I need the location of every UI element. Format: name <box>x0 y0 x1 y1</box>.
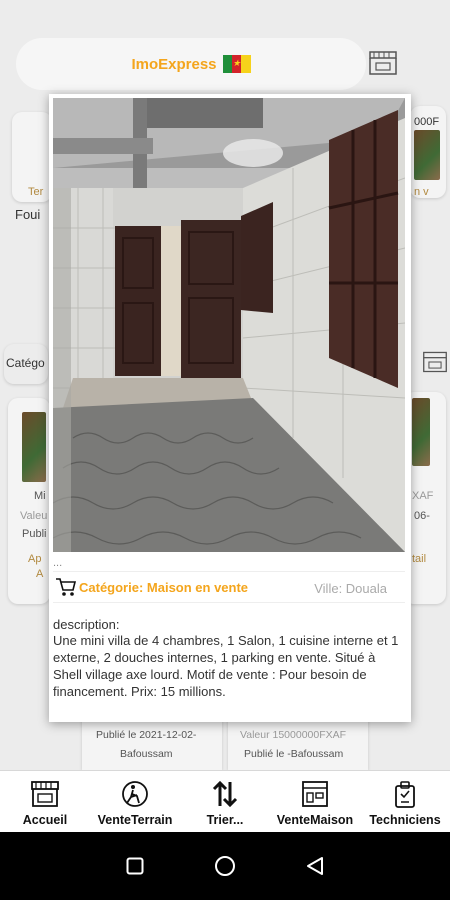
listing-thumbnail <box>412 398 430 466</box>
nav-label: VenteMaison <box>276 813 354 827</box>
header-bar: ImoExpress <box>16 38 366 90</box>
listing-card[interactable] <box>228 716 368 770</box>
shop-icon[interactable] <box>422 350 448 374</box>
cameroon-flag-icon <box>222 55 251 73</box>
brand-title: ImoExpress <box>131 55 217 73</box>
listing-detail-popup[interactable]: ... Catégorie: Maison en vente Ville: Do… <box>49 94 411 722</box>
listing-line: Ap <box>28 553 42 565</box>
back-button[interactable] <box>303 854 327 878</box>
listing-line: Publi <box>22 528 47 540</box>
listing-tag: n v <box>414 186 429 198</box>
shop-icon <box>31 781 59 807</box>
land-icon <box>122 781 148 807</box>
shop-icon[interactable] <box>368 50 398 76</box>
listing-line: XAF <box>412 490 434 502</box>
home-icon <box>215 856 235 876</box>
back-icon <box>307 857 323 875</box>
nav-vente-terrain[interactable]: VenteTerrain <box>90 771 180 832</box>
photo-ellipsis: ... <box>53 557 63 569</box>
property-photo <box>53 98 405 552</box>
house-sale-icon <box>302 781 328 807</box>
listing-line: tail <box>412 553 427 565</box>
listing-thumbnail <box>22 412 46 482</box>
listing-published: Publié le 2021-12-02- <box>96 729 197 741</box>
listing-value: Valeur 15000000FXAF <box>240 729 347 741</box>
recents-button[interactable] <box>123 854 147 878</box>
technician-icon <box>395 781 415 808</box>
nav-vente-maison[interactable]: VenteMaison <box>270 771 360 832</box>
city-label: Ville: Douala <box>314 581 387 596</box>
nav-techniciens[interactable]: Techniciens <box>360 771 450 832</box>
listing-published: Publié le -Bafoussam <box>244 748 344 760</box>
nav-accueil[interactable]: Accueil <box>0 771 90 832</box>
nav-label: Trier... <box>206 813 244 827</box>
system-navigation-bar <box>0 832 450 900</box>
nav-label: Accueil <box>22 813 68 827</box>
description-heading: description: <box>53 617 120 632</box>
cart-icon <box>56 578 77 596</box>
nav-label: Techniciens <box>369 813 441 827</box>
listing-line: Valeu <box>20 510 48 522</box>
recents-icon <box>126 857 144 875</box>
nav-trier[interactable]: Trier... <box>180 771 270 832</box>
home-button[interactable] <box>213 854 237 878</box>
listing-line: Mi <box>34 490 46 502</box>
nav-label: VenteTerrain <box>97 813 173 827</box>
listing-card[interactable] <box>82 716 222 770</box>
category-label: Catégorie: Maison en vente <box>79 579 249 595</box>
listing-price: 000F <box>414 116 440 128</box>
category-filter-label: Catégo <box>6 356 45 370</box>
listing-line: 06- <box>414 510 430 522</box>
listing-badge: Ter <box>28 186 44 198</box>
sort-icon <box>212 780 238 808</box>
category-row: Catégorie: Maison en vente Ville: Douala <box>53 571 405 603</box>
listing-city: Bafoussam <box>120 748 173 760</box>
listing-line: A <box>36 568 44 580</box>
description-text: Une mini villa de 4 chambres, 1 Salon, 1… <box>53 633 399 699</box>
section-label: Foui <box>15 207 41 222</box>
bottom-navigation: Accueil VenteTerrain Trier... VenteMaiso… <box>0 770 450 832</box>
listing-thumbnail <box>414 130 440 180</box>
